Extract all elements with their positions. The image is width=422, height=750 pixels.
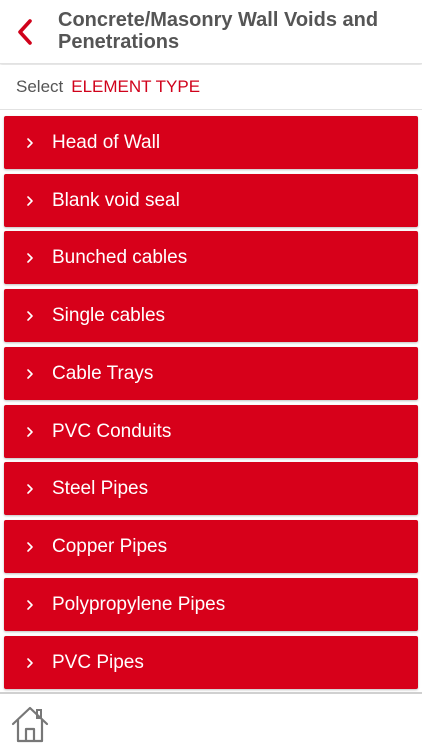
back-button[interactable]	[8, 14, 42, 50]
list-item-pvc-pipes[interactable]: PVC Pipes	[4, 636, 418, 689]
element-type-list: Head of Wall Blank void seal Bunched cab…	[0, 114, 422, 692]
list-item-label: Copper Pipes	[52, 535, 168, 557]
chevron-right-icon	[4, 136, 52, 150]
chevron-right-icon	[4, 309, 52, 323]
list-item-single-cables[interactable]: Single cables	[4, 289, 418, 342]
list-item-label: Blank void seal	[52, 189, 180, 211]
list-item-label: Polypropylene Pipes	[52, 593, 226, 615]
chevron-right-icon	[4, 425, 52, 439]
list-item-label: PVC Conduits	[52, 420, 172, 442]
select-value[interactable]: ELEMENT TYPE	[71, 77, 200, 97]
list-item-label: Cable Trays	[52, 362, 154, 384]
select-prefix-label: Select	[16, 77, 64, 96]
home-button[interactable]	[8, 702, 52, 746]
page-title: Concrete/Masonry Wall Voids and Penetrat…	[58, 9, 379, 53]
chevron-right-icon	[4, 251, 52, 265]
list-item-steel-pipes[interactable]: Steel Pipes	[4, 462, 418, 515]
chevron-right-icon	[4, 482, 52, 496]
bottom-bar	[0, 692, 422, 750]
home-icon	[11, 706, 49, 743]
chevron-right-icon	[4, 598, 52, 612]
app-header: Concrete/Masonry Wall Voids and Penetrat…	[0, 0, 422, 64]
chevron-right-icon	[4, 540, 52, 554]
list-item-label: Head of Wall	[52, 131, 161, 153]
list-item-head-of-wall[interactable]: Head of Wall	[4, 116, 418, 169]
chevron-left-icon	[18, 19, 32, 45]
chevron-right-icon	[4, 656, 52, 670]
chevron-right-icon	[4, 367, 52, 381]
list-item-copper-pipes[interactable]: Copper Pipes	[4, 520, 418, 573]
chevron-right-icon	[4, 194, 52, 208]
list-item-label: Steel Pipes	[52, 477, 149, 499]
list-item-blank-void-seal[interactable]: Blank void seal	[4, 174, 418, 227]
list-item-cable-trays[interactable]: Cable Trays	[4, 347, 418, 400]
list-item-polypropylene-pipes[interactable]: Polypropylene Pipes	[4, 578, 418, 631]
list-item-bunched-cables[interactable]: Bunched cables	[4, 231, 418, 284]
list-item-label: Bunched cables	[52, 246, 188, 268]
list-item-pvc-conduits[interactable]: PVC Conduits	[4, 405, 418, 458]
list-item-label: PVC Pipes	[52, 651, 144, 673]
list-item-label: Single cables	[52, 304, 166, 326]
element-type-selector[interactable]: Select ELEMENT TYPE	[0, 65, 422, 110]
